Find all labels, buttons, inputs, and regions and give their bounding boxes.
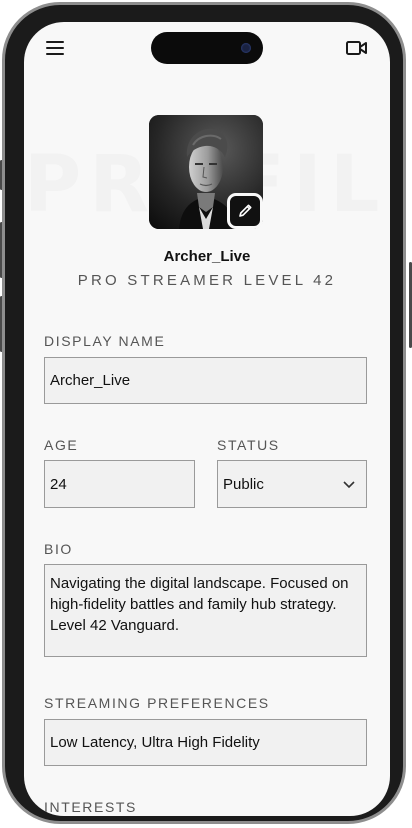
- streaming-preferences-label: STREAMING PREFERENCES: [44, 695, 270, 711]
- video-camera-icon[interactable]: [346, 39, 368, 57]
- display-name-field[interactable]: Archer_Live: [44, 357, 367, 404]
- interests-label: INTERESTS: [44, 799, 137, 815]
- edit-avatar-button[interactable]: [227, 193, 263, 229]
- status-label: STATUS: [217, 437, 280, 453]
- display-name-value: Archer_Live: [50, 372, 131, 389]
- status-value: Public: [223, 475, 264, 493]
- age-label: AGE: [44, 437, 79, 453]
- display-name-label: DISPLAY NAME: [44, 333, 166, 349]
- bio-value: Navigating the digital landscape. Focuse…: [50, 575, 349, 634]
- front-camera: [241, 43, 251, 53]
- menu-icon[interactable]: [46, 40, 66, 56]
- profile-username: Archer_Live: [163, 248, 251, 265]
- avatar-container: [149, 115, 263, 229]
- app-screen: PROFILE: [24, 22, 390, 816]
- status-select[interactable]: Public: [217, 460, 367, 508]
- bio-label: BIO: [44, 541, 73, 557]
- dynamic-island: [151, 32, 263, 64]
- age-field[interactable]: 24: [44, 460, 195, 508]
- pencil-icon: [239, 204, 252, 217]
- bio-textarea[interactable]: Navigating the digital landscape. Focuse…: [44, 564, 367, 657]
- age-value: 24: [50, 475, 67, 493]
- streaming-preferences-value: Low Latency, Ultra High Fidelity: [50, 734, 260, 751]
- chevron-down-icon: [343, 481, 355, 489]
- phone-device: PROFILE: [0, 0, 412, 828]
- streaming-preferences-field[interactable]: Low Latency, Ultra High Fidelity: [44, 719, 367, 766]
- profile-level: PRO STREAMER LEVEL 42: [77, 272, 337, 289]
